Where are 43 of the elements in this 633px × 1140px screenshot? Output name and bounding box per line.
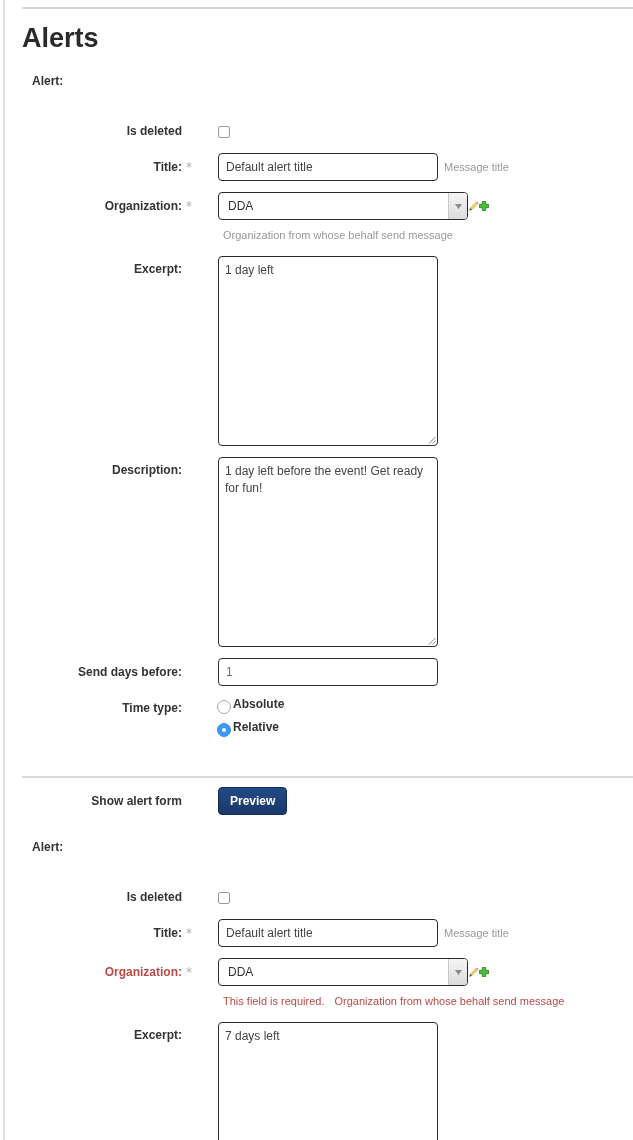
plus-icon[interactable]: [479, 201, 489, 211]
checkbox[interactable]: [218, 892, 230, 904]
field-label: Description:: [112, 463, 182, 477]
help-text: Organization from whose behalf send message: [223, 228, 453, 242]
radio-button[interactable]: [217, 700, 231, 714]
field-label: Title:: [153, 160, 182, 174]
radio-button[interactable]: [217, 723, 231, 737]
pencil-icon[interactable]: [469, 967, 479, 977]
resize-grip-icon[interactable]: [428, 637, 436, 645]
radio-label: Absolute: [233, 697, 285, 711]
text-area[interactable]: 7 days left: [218, 1022, 438, 1140]
page-title: Alerts: [22, 22, 99, 54]
resize-grip-icon[interactable]: [428, 436, 436, 444]
error-text: This field is required.: [223, 994, 325, 1008]
radio-label: Relative: [233, 720, 280, 734]
text-input[interactable]: Default alert title: [218, 153, 438, 181]
field-label: Title:: [153, 926, 182, 940]
pencil-icon[interactable]: [469, 201, 479, 211]
field-label: Excerpt:: [133, 262, 182, 276]
field-label: Excerpt:: [133, 1028, 182, 1042]
number-input[interactable]: 1: [218, 658, 438, 686]
preview-button[interactable]: Preview: [218, 787, 288, 815]
plus-icon[interactable]: [479, 967, 489, 977]
help-text: Organization from whose behalf send message: [334, 994, 565, 1008]
checkbox[interactable]: [218, 126, 230, 138]
field-label: Organization:: [104, 965, 182, 979]
dropdown-field[interactable]: DDA: [218, 958, 468, 986]
field-label: Send days before:: [77, 665, 182, 679]
section-heading: Alert:: [32, 840, 64, 854]
text-area[interactable]: 1 day left before the event! Get ready for fun!: [218, 457, 438, 647]
field-label: Show alert form: [91, 794, 182, 808]
text-input[interactable]: Default alert title: [218, 919, 438, 947]
help-text: Message title: [444, 160, 509, 174]
caret-icon: [454, 203, 462, 209]
field-label: Time type:: [122, 701, 182, 715]
dropdown-field[interactable]: DDA: [218, 192, 468, 220]
section-heading: Alert:: [32, 74, 64, 88]
field-label: Organization:: [104, 199, 182, 213]
field-label: Is deleted: [126, 890, 182, 904]
field-label: Is deleted: [126, 124, 182, 138]
help-text: Message title: [444, 926, 509, 940]
text-area[interactable]: 1 day left: [218, 256, 438, 446]
caret-icon: [454, 969, 462, 975]
